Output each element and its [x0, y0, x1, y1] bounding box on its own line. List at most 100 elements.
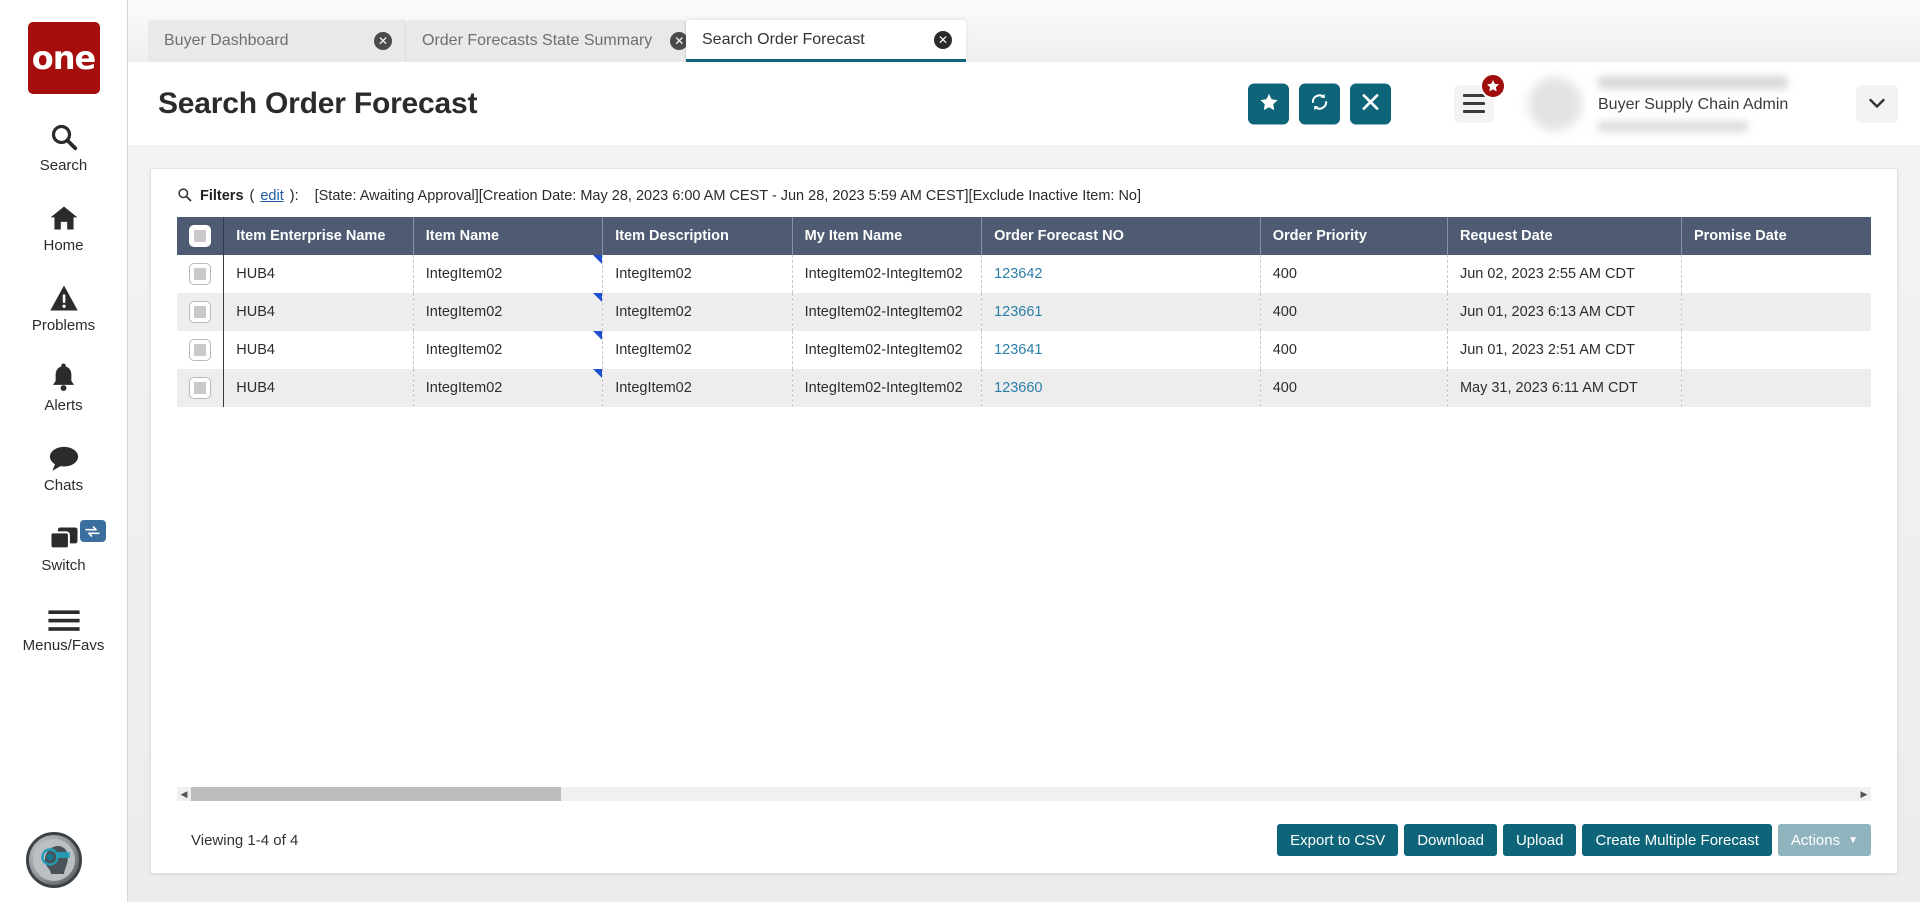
- user-avatar[interactable]: [1528, 76, 1582, 131]
- cell-my-item-name: IntegItem02-IntegItem02: [792, 331, 983, 369]
- scroll-left-arrow-icon[interactable]: ◀: [177, 789, 191, 800]
- ai-assistant-avatar-icon[interactable]: [26, 832, 82, 888]
- chevron-down-icon[interactable]: [1856, 84, 1898, 123]
- row-select-cell: [177, 293, 225, 331]
- footer-buttons: Export to CSV Download Upload Create Mul…: [1277, 824, 1871, 856]
- user-info-box[interactable]: Buyer Supply Chain Admin: [1588, 62, 1846, 145]
- row-checkbox[interactable]: [189, 263, 212, 285]
- sidebar-item-search[interactable]: Search: [0, 118, 128, 174]
- sidebar-item-label: Chats: [43, 477, 84, 494]
- sidebar-item-chats[interactable]: Chats: [0, 438, 128, 494]
- header-right-cluster: Buyer Supply Chain Admin: [1454, 62, 1920, 145]
- create-multiple-forecast-button[interactable]: Create Multiple Forecast: [1582, 824, 1772, 856]
- user-role-label: Buyer Supply Chain Admin: [1598, 95, 1789, 113]
- cell-promise-date: [1681, 331, 1871, 369]
- cell-request-date: Jun 01, 2023 2:51 AM CDT: [1447, 331, 1682, 369]
- cell-order-forecast-no: 123660: [981, 369, 1261, 407]
- left-sidebar: one Search Home Problems Alerts Chats Sw…: [0, 0, 128, 902]
- table-row[interactable]: HUB4 IntegItem02 IntegItem02 IntegItem02…: [177, 293, 1871, 331]
- star-icon: [1259, 92, 1279, 115]
- order-forecast-link[interactable]: 123642: [994, 266, 1042, 282]
- row-checkbox[interactable]: [189, 339, 212, 361]
- scroll-right-arrow-icon[interactable]: ▶: [1857, 789, 1871, 800]
- cell-order-priority: 400: [1260, 255, 1448, 293]
- star-badge-icon[interactable]: [1480, 72, 1506, 99]
- order-forecast-link[interactable]: 123660: [994, 380, 1042, 396]
- order-forecast-table: Item Enterprise Name Item Name Item Desc…: [177, 217, 1871, 407]
- cell-order-priority: 400: [1260, 293, 1448, 331]
- column-header-promise-date[interactable]: Promise Date: [1681, 217, 1871, 255]
- page-header: Search Order Forecast Buyer Supply Chain…: [128, 62, 1920, 145]
- cell-order-forecast-no: 123642: [981, 255, 1261, 293]
- sidebar-item-home[interactable]: Home: [0, 198, 128, 254]
- sidebar-item-switch[interactable]: Switch: [0, 518, 128, 574]
- table-row[interactable]: HUB4 IntegItem02 IntegItem02 IntegItem02…: [177, 331, 1871, 369]
- row-checkbox[interactable]: [189, 301, 212, 323]
- sidebar-item-label: Home: [43, 237, 84, 254]
- column-header-order-priority[interactable]: Order Priority: [1260, 217, 1448, 255]
- select-all-checkbox[interactable]: [189, 225, 212, 247]
- favorite-button[interactable]: [1248, 83, 1289, 124]
- cell-corner-marker-icon: [593, 369, 602, 378]
- order-forecast-link[interactable]: 123661: [994, 304, 1042, 320]
- cell-order-forecast-no: 123641: [981, 331, 1261, 369]
- table-wrapper: Item Enterprise Name Item Name Item Desc…: [151, 217, 1897, 407]
- sidebar-item-label: Search: [39, 157, 88, 174]
- cell-item-description: IntegItem02: [602, 331, 793, 369]
- row-checkbox[interactable]: [189, 377, 212, 399]
- cell-order-priority: 400: [1260, 369, 1448, 407]
- column-header-item-description[interactable]: Item Description: [602, 217, 793, 255]
- cell-promise-date: [1681, 255, 1871, 293]
- sidebar-item-menus-favs[interactable]: Menus/Favs: [0, 598, 128, 654]
- cell-item-description: IntegItem02: [602, 293, 793, 331]
- scrollbar-thumb[interactable]: [191, 787, 561, 801]
- column-header-item-enterprise-name[interactable]: Item Enterprise Name: [223, 217, 414, 255]
- filters-values: [State: Awaiting Approval][Creation Date…: [314, 188, 1142, 204]
- tab-buyer-dashboard[interactable]: Buyer Dashboard ✕: [148, 20, 406, 62]
- table-row[interactable]: HUB4 IntegItem02 IntegItem02 IntegItem02…: [177, 369, 1871, 407]
- cell-my-item-name: IntegItem02-IntegItem02: [792, 255, 983, 293]
- column-header-request-date[interactable]: Request Date: [1447, 217, 1682, 255]
- download-button[interactable]: Download: [1404, 824, 1497, 856]
- column-header-my-item-name[interactable]: My Item Name: [792, 217, 983, 255]
- one-network-logo[interactable]: one: [27, 22, 100, 94]
- cell-item-name: IntegItem02: [413, 255, 604, 293]
- actions-dropdown-button[interactable]: Actions ▼: [1777, 824, 1871, 856]
- sidebar-item-label: Alerts: [44, 397, 83, 414]
- swap-arrows-icon[interactable]: [79, 520, 106, 542]
- cell-item-description: IntegItem02: [602, 369, 793, 407]
- tab-order-forecasts-state-summary[interactable]: Order Forecasts State Summary ✕: [406, 20, 689, 62]
- cell-item-name: IntegItem02: [413, 369, 604, 407]
- sidebar-item-label: Problems: [31, 317, 96, 334]
- close-circle-icon[interactable]: ✕: [934, 30, 952, 49]
- cell-item-name: IntegItem02: [413, 331, 604, 369]
- sidebar-item-problems[interactable]: Problems: [0, 278, 128, 334]
- button-label: Create Multiple Forecast: [1595, 831, 1759, 849]
- tab-label: Search Order Forecast: [702, 30, 865, 48]
- cell-item-description: IntegItem02: [602, 255, 793, 293]
- close-circle-icon[interactable]: ✕: [374, 32, 392, 50]
- cell-request-date: May 31, 2023 6:11 AM CDT: [1447, 369, 1682, 407]
- cell-item-enterprise-name: HUB4: [223, 331, 414, 369]
- close-button[interactable]: [1350, 83, 1391, 124]
- cell-item-name-text: IntegItem02: [425, 304, 503, 320]
- refresh-button[interactable]: [1299, 83, 1340, 124]
- upload-button[interactable]: Upload: [1502, 824, 1577, 856]
- filters-edit-link[interactable]: edit: [260, 188, 283, 204]
- column-header-order-forecast-no[interactable]: Order Forecast NO: [981, 217, 1261, 255]
- button-label: Export to CSV: [1290, 831, 1386, 849]
- sidebar-item-alerts[interactable]: Alerts: [0, 358, 128, 414]
- tab-search-order-forecast[interactable]: Search Order Forecast ✕: [686, 20, 966, 62]
- table-header-row: Item Enterprise Name Item Name Item Desc…: [177, 217, 1871, 255]
- viewing-count: Viewing 1-4 of 4: [191, 831, 299, 849]
- cell-my-item-name: IntegItem02-IntegItem02: [792, 369, 983, 407]
- scrollbar-track[interactable]: [191, 787, 1857, 801]
- column-header-item-name[interactable]: Item Name: [413, 217, 604, 255]
- cell-corner-marker-icon: [593, 293, 602, 302]
- table-row[interactable]: HUB4 IntegItem02 IntegItem02 IntegItem02…: [177, 255, 1871, 293]
- export-to-csv-button[interactable]: Export to CSV: [1277, 824, 1399, 856]
- chat-bubble-icon: [48, 438, 80, 472]
- order-forecast-link[interactable]: 123641: [994, 342, 1042, 358]
- table-horizontal-scrollbar[interactable]: ◀ ▶: [177, 787, 1871, 801]
- cell-order-priority: 400: [1260, 331, 1448, 369]
